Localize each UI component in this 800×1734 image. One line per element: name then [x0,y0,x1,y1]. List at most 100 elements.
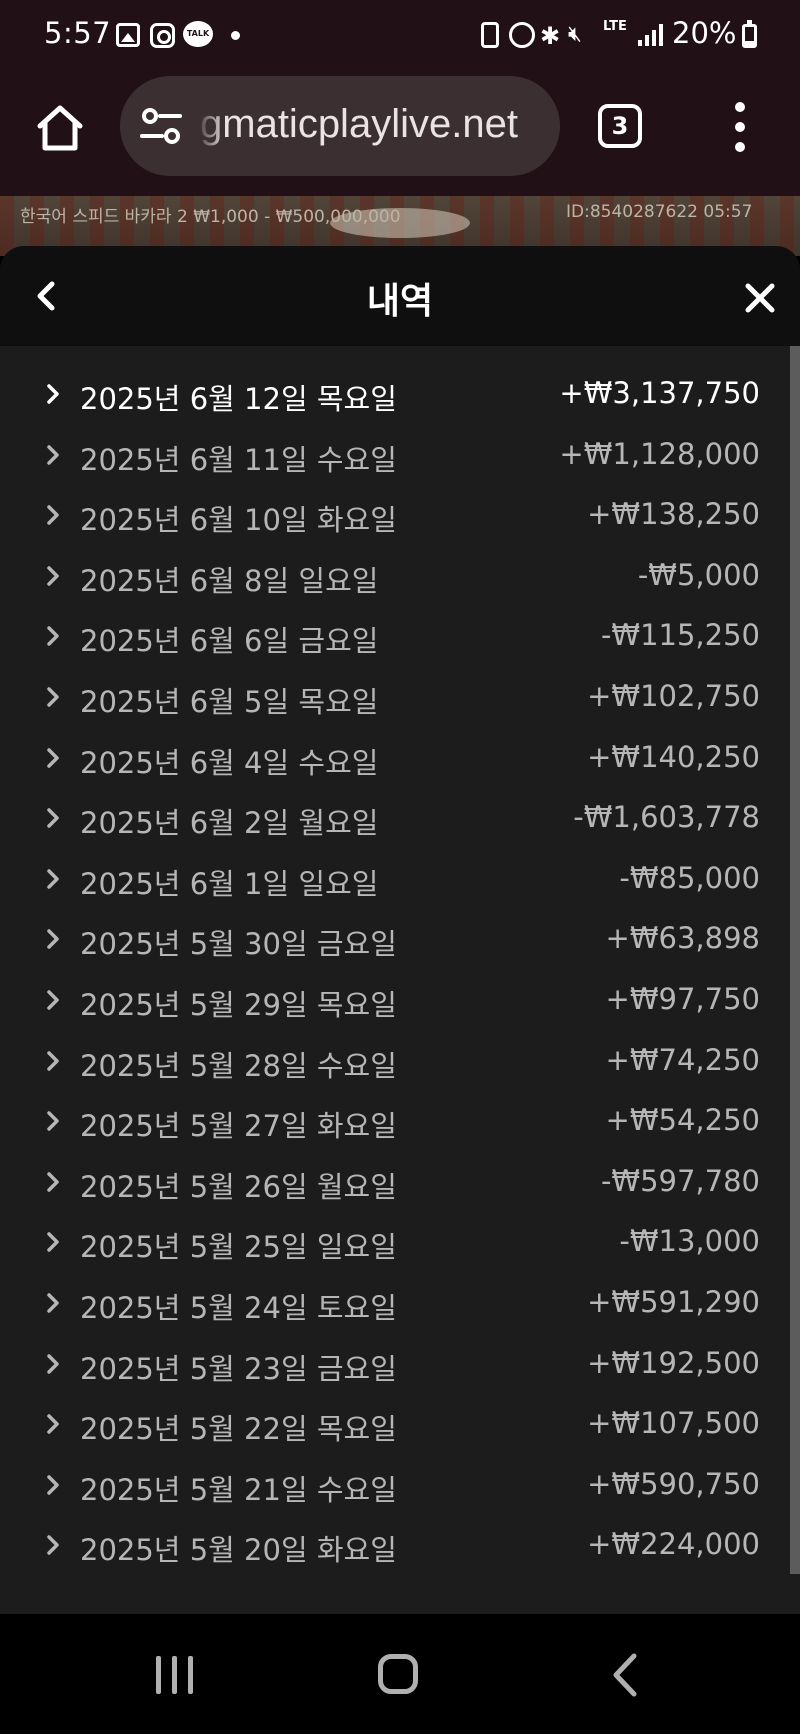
chevron-right-icon [47,1414,59,1434]
table-info: 한국어 스피드 바카라 2 ₩1,000 - ₩500,000,000 [20,207,401,227]
chevron-right-icon [47,990,59,1010]
history-row[interactable]: 2025년 6월 11일 수요일 +₩1,128,000 [0,425,790,485]
chevron-right-icon [47,1172,59,1192]
more-menu-icon[interactable] [728,102,752,152]
close-button[interactable] [740,278,780,318]
history-list: 2025년 6월 12일 목요일 +₩3,137,750 2025년 6월 11일 … [0,346,790,1614]
status-bar: 5:57 TALK ✱ 🔇︎ LTE 20% [0,0,800,72]
history-row[interactable]: 2025년 6월 4일 수요일 +₩140,250 [0,728,790,788]
history-date: 2025년 5월 28일 수요일 [80,1048,397,1083]
history-date: 2025년 6월 5일 목요일 [80,685,379,719]
history-date: 2025년 5월 20일 화요일 [80,1533,397,1568]
url-fade [196,76,226,176]
history-amount: +₩591,290 [587,1285,760,1319]
chevron-right-icon [47,869,59,889]
home-icon[interactable] [378,1654,418,1694]
system-nav-bar [0,1614,800,1734]
instagram-icon [150,23,175,48]
chevron-right-icon [47,566,59,586]
history-date: 2025년 5월 30일 금요일 [80,927,397,962]
history-row[interactable]: 2025년 5월 25일 일요일 -₩13,000 [0,1212,790,1272]
history-amount: +₩107,500 [587,1406,760,1441]
chevron-right-icon [47,1232,59,1253]
chevron-right-icon [47,747,59,768]
history-date: 2025년 6월 10일 화요일 [80,503,397,538]
browser-toolbar: gmaticplaylive.net 3 [0,72,800,196]
history-row[interactable]: 2025년 5월 20일 화요일 +₩224,000 [0,1515,790,1575]
history-date: 2025년 5월 23일 금요일 [80,1351,397,1386]
history-date: 2025년 6월 11일 수요일 [80,442,397,477]
lte-icon: LTE [603,19,627,34]
tabs-icon[interactable]: 3 [598,104,642,148]
chevron-right-icon [47,384,59,404]
history-amount: +₩140,250 [587,739,760,774]
history-amount: -₩1,603,778 [573,800,760,835]
home-icon [37,105,83,151]
history-row[interactable]: 2025년 6월 6일 금요일 -₩115,250 [0,606,790,666]
chevron-right-icon [47,929,59,950]
history-row[interactable]: 2025년 5월 28일 수요일 +₩74,250 [0,1031,790,1091]
game-id: ID:8540287622 05:57 [566,202,753,222]
history-date: 2025년 5월 21일 수요일 [80,1472,397,1507]
history-date: 2025년 6월 4일 수요일 [80,745,379,780]
chevron-right-icon [47,687,59,707]
chevron-right-icon [47,1535,59,1556]
chevron-right-icon [47,808,59,828]
history-amount: -₩5,000 [637,557,760,592]
history-amount: -₩13,000 [619,1224,760,1259]
history-row[interactable]: 2025년 6월 10일 화요일 +₩138,250 [0,485,790,545]
history-amount: +₩590,750 [587,1466,760,1501]
history-row[interactable]: 2025년 5월 22일 목요일 +₩107,500 [0,1394,790,1454]
battery-saver-icon [481,22,499,48]
history-date: 2025년 5월 22일 목요일 [80,1412,397,1447]
signal-icon [638,24,664,46]
history-date: 2025년 5월 29일 목요일 [80,988,397,1022]
url-text[interactable]: gmaticplaylive.net [200,102,518,147]
history-row[interactable]: 2025년 6월 1일 일요일 -₩85,000 [0,849,790,909]
history-amount: +₩97,750 [605,982,760,1016]
history-row[interactable]: 2025년 6월 2일 월요일 -₩1,603,778 [0,788,790,848]
history-row[interactable]: 2025년 5월 24일 토요일 +₩591,290 [0,1273,790,1333]
history-row[interactable]: 2025년 5월 29일 목요일 +₩97,750 [0,970,790,1030]
gallery-icon [116,23,140,47]
chevron-right-icon [47,1050,59,1071]
history-amount: -₩115,250 [600,618,760,653]
alarm-icon [509,22,535,48]
address-bar[interactable]: gmaticplaylive.net [120,76,560,176]
chevron-right-icon [47,626,59,647]
history-amount: +₩1,128,000 [559,436,760,471]
history-amount: +₩138,250 [587,497,760,532]
history-date: 2025년 6월 6일 금요일 [80,624,379,659]
history-row[interactable]: 2025년 6월 12일 목요일 +₩3,137,750 [0,364,790,424]
recent-apps-icon[interactable] [156,1656,196,1694]
history-row[interactable]: 2025년 5월 27일 화요일 +₩54,250 [0,1091,790,1151]
history-row[interactable]: 2025년 6월 8일 일요일 -₩5,000 [0,546,790,606]
bluetooth-icon: ✱ [540,22,561,50]
history-row[interactable]: 2025년 5월 30일 금요일 +₩63,898 [0,909,790,969]
page-title: 내역 [366,281,434,322]
chevron-right-icon [47,1475,59,1495]
history-row[interactable]: 2025년 6월 5일 목요일 +₩102,750 [0,667,790,727]
scrollbar[interactable] [790,346,800,1574]
history-row[interactable]: 2025년 5월 23일 금요일 +₩192,500 [0,1334,790,1394]
status-time: 5:57 [44,16,112,50]
history-row[interactable]: 2025년 5월 21일 수요일 +₩590,750 [0,1455,790,1515]
home-button[interactable] [30,98,90,158]
history-date: 2025년 5월 25일 일요일 [80,1230,397,1265]
history-amount: +₩224,000 [587,1527,760,1562]
history-amount: +₩63,898 [605,921,760,956]
dot-icon [231,31,240,40]
history-date: 2025년 5월 27일 화요일 [80,1109,397,1144]
panel-header: 내역 [0,246,800,346]
site-settings-icon[interactable] [140,106,182,146]
battery-percent: 20% [672,16,737,50]
back-icon[interactable] [606,1652,646,1698]
chevron-right-icon [47,1111,59,1131]
history-amount: +₩3,137,750 [559,376,760,410]
history-row[interactable]: 2025년 5월 26일 월요일 -₩597,780 [0,1152,790,1212]
chevron-right-icon [47,1353,59,1374]
history-date: 2025년 6월 1일 일요일 [80,866,379,901]
chevron-right-icon [47,505,59,525]
chevron-right-icon [47,1293,59,1313]
history-amount: +₩54,250 [605,1103,760,1138]
